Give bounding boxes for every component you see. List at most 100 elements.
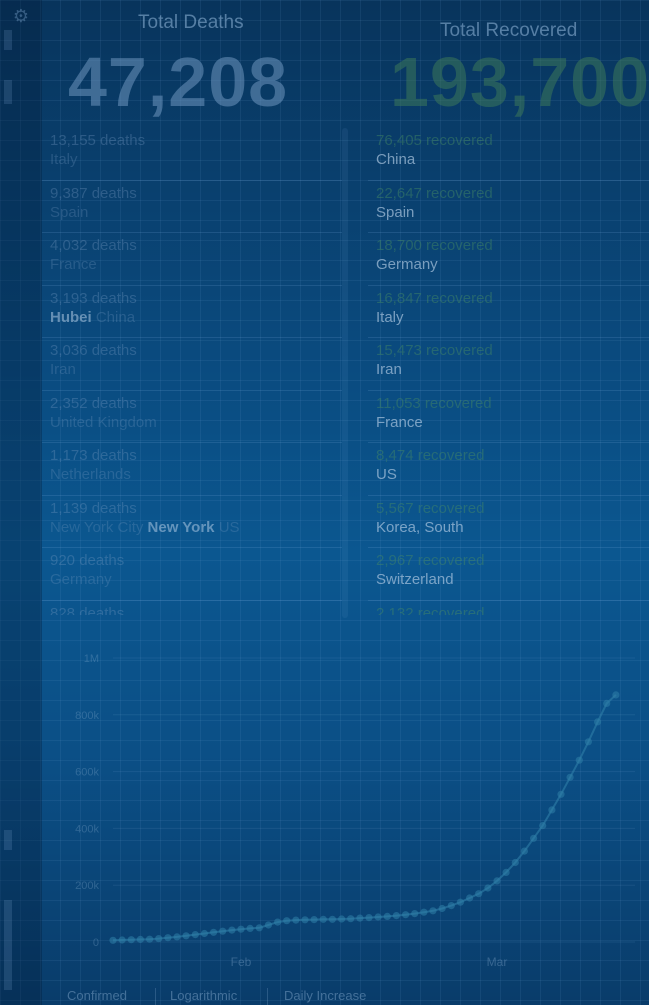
x-tick-label: Feb xyxy=(231,955,252,969)
data-point[interactable] xyxy=(173,933,181,941)
recovered-location: Spain xyxy=(376,203,415,221)
data-point[interactable] xyxy=(584,738,593,746)
data-point[interactable] xyxy=(127,936,135,944)
data-point[interactable] xyxy=(603,699,611,707)
data-point[interactable] xyxy=(210,928,218,936)
deaths-count: 9,387 deaths xyxy=(50,184,137,202)
data-point[interactable] xyxy=(356,914,364,922)
data-point[interactable] xyxy=(292,916,300,924)
data-point[interactable] xyxy=(447,902,455,910)
data-point[interactable] xyxy=(566,773,574,781)
data-point[interactable] xyxy=(182,932,190,940)
recovered-location: Italy xyxy=(376,308,404,326)
data-point[interactable] xyxy=(264,921,272,929)
sidebar-mark xyxy=(4,30,12,50)
recovered-count: 5,567 recovered xyxy=(376,499,485,517)
tab-daily-increase[interactable]: Daily Increase xyxy=(284,988,366,1003)
data-point[interactable] xyxy=(530,834,538,842)
deaths-list-item[interactable]: 4,032 deaths France xyxy=(42,233,342,286)
data-point[interactable] xyxy=(219,927,227,935)
deaths-list-item[interactable]: 13,155 deaths Italy xyxy=(42,128,342,181)
recovered-list-item[interactable]: 76,405 recovered China xyxy=(368,128,649,181)
tab-logarithmic[interactable]: Logarithmic xyxy=(170,988,237,1003)
tab-confirmed[interactable]: Confirmed xyxy=(67,988,127,1003)
deaths-count: 3,036 deaths xyxy=(50,342,137,359)
recovered-list[interactable]: 76,405 recovered China 22,647 recovered Spa… xyxy=(368,128,649,615)
recovered-count: 16,847 recovered xyxy=(376,289,493,307)
data-point[interactable] xyxy=(612,691,620,699)
data-point[interactable] xyxy=(594,718,602,726)
recovered-list-item[interactable]: 18,700 recovered Germany xyxy=(368,233,649,286)
data-point[interactable] xyxy=(429,907,437,915)
data-point[interactable] xyxy=(164,934,172,942)
recovered-count: 2,132 recovered xyxy=(376,604,485,616)
data-point[interactable] xyxy=(557,790,565,798)
deaths-list-item[interactable]: 3,036 deaths Iran xyxy=(42,338,342,391)
data-point[interactable] xyxy=(328,915,336,923)
data-point[interactable] xyxy=(383,912,391,920)
recovered-list-item[interactable]: 22,647 recovered Spain xyxy=(368,181,649,233)
recovered-list-item[interactable]: 5,567 recovered Korea, South xyxy=(368,496,649,548)
deaths-list-item[interactable]: 920 deaths Germany xyxy=(42,548,342,601)
data-point[interactable] xyxy=(136,935,144,943)
data-point[interactable] xyxy=(456,898,464,906)
data-point[interactable] xyxy=(520,847,528,855)
location-name: Italy xyxy=(50,151,78,168)
deaths-list[interactable]: 13,155 deaths Italy 9,387 deaths Spain 4,0… xyxy=(42,128,342,615)
data-point[interactable] xyxy=(575,756,583,764)
data-point[interactable] xyxy=(283,917,291,925)
recovered-list-item[interactable]: 8,474 recovered US xyxy=(368,443,649,496)
deaths-list-item[interactable]: 828 deaths xyxy=(42,601,342,616)
deaths-list-item[interactable]: 9,387 deaths Spain xyxy=(42,181,342,233)
data-point[interactable] xyxy=(200,929,208,938)
recovered-list-item[interactable]: 16,847 recovered Italy xyxy=(368,286,649,338)
data-point[interactable] xyxy=(374,913,382,921)
deaths-list-item[interactable]: 1,173 deaths Netherlands xyxy=(42,443,342,496)
left-sidebar-strip: ⚙ xyxy=(0,0,42,1005)
data-point[interactable] xyxy=(228,926,236,934)
data-point[interactable] xyxy=(420,908,428,916)
deaths-list-item[interactable]: 1,139 deaths New York City New York US xyxy=(42,496,342,548)
data-point[interactable] xyxy=(118,936,126,944)
data-point[interactable] xyxy=(484,884,492,892)
deaths-location: Italy xyxy=(50,151,78,168)
settings-icon[interactable]: ⚙ xyxy=(11,6,31,26)
data-point[interactable] xyxy=(539,822,547,830)
data-point[interactable] xyxy=(493,877,501,885)
data-point[interactable] xyxy=(246,924,254,932)
data-point[interactable] xyxy=(301,916,309,924)
data-point[interactable] xyxy=(347,915,355,923)
deaths-list-item[interactable]: 2,352 deaths United Kingdom xyxy=(42,391,342,443)
y-tick-label: 800k xyxy=(75,710,99,722)
data-point[interactable] xyxy=(365,914,373,922)
recovered-list-item[interactable]: 2,132 recovered xyxy=(368,601,649,616)
recovered-location: Switzerland xyxy=(376,571,454,588)
data-point[interactable] xyxy=(155,935,163,943)
data-point[interactable] xyxy=(237,925,245,933)
y-tick-label: 1M xyxy=(84,653,99,665)
data-point[interactable] xyxy=(411,910,419,918)
data-point[interactable] xyxy=(466,894,474,902)
location-name: Spain xyxy=(50,203,89,221)
recovered-list-item[interactable]: 15,473 recovered Iran xyxy=(368,338,649,391)
data-point[interactable] xyxy=(191,931,199,939)
data-point[interactable] xyxy=(511,858,519,867)
data-point[interactable] xyxy=(392,912,400,920)
data-point[interactable] xyxy=(475,890,483,898)
data-point[interactable] xyxy=(548,806,556,814)
data-point[interactable] xyxy=(319,915,327,923)
deaths-list-scrollbar[interactable] xyxy=(342,128,348,618)
data-point[interactable] xyxy=(502,868,510,876)
data-point[interactable] xyxy=(274,918,282,926)
data-point[interactable] xyxy=(338,915,346,923)
recovered-list-item[interactable]: 2,967 recovered Switzerland xyxy=(368,548,649,601)
recovered-list-item[interactable]: 11,053 recovered France xyxy=(368,391,649,443)
data-point[interactable] xyxy=(438,904,446,913)
deaths-list-item[interactable]: 3,193 deaths Hubei China xyxy=(42,286,342,338)
data-point[interactable] xyxy=(402,911,410,919)
data-point[interactable] xyxy=(255,924,263,932)
cases-chart[interactable]: 0 200k 400k 600k 800k 1M Feb Mar xyxy=(45,630,649,975)
data-point[interactable] xyxy=(146,935,154,943)
data-point[interactable] xyxy=(310,916,318,924)
data-point[interactable] xyxy=(109,936,117,944)
